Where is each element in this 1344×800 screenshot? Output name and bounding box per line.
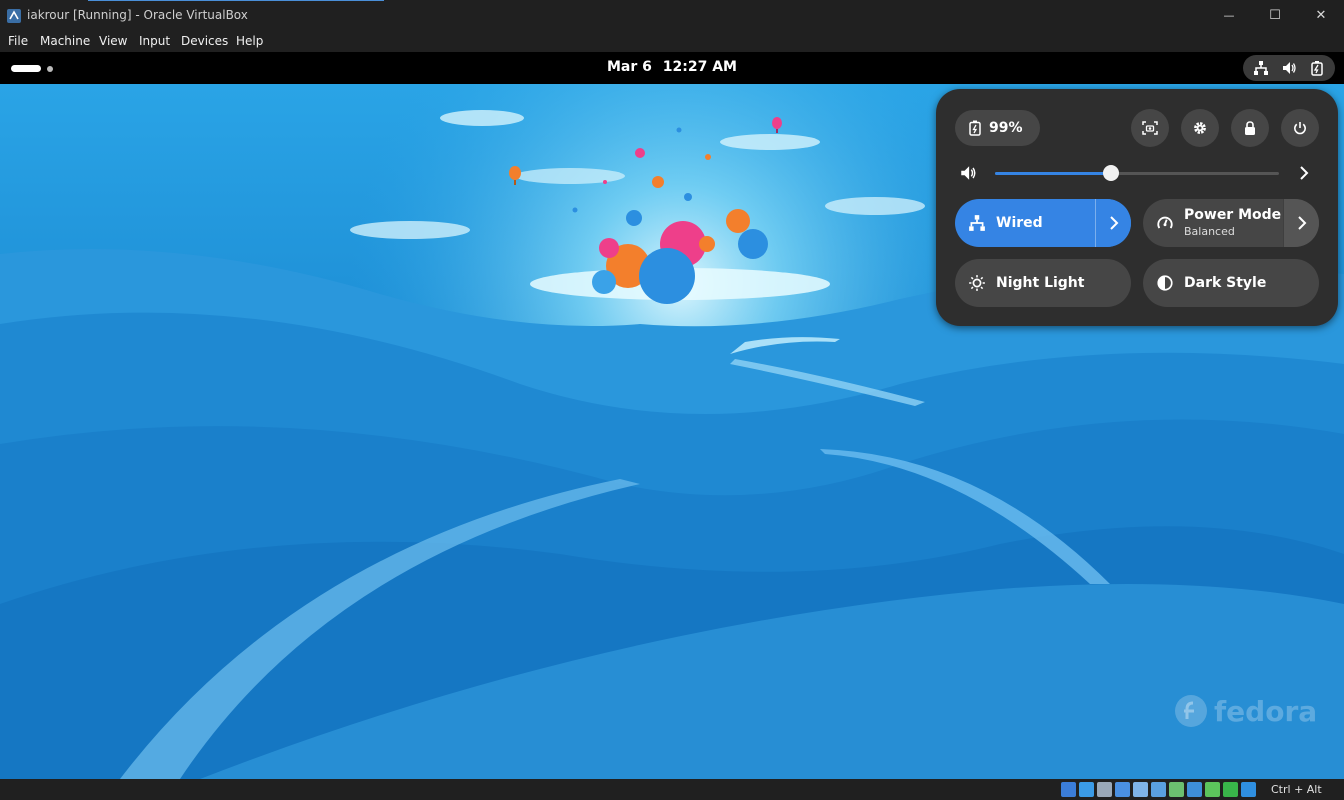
fedora-watermark: fedora [1174,694,1317,728]
window-title: iakrour [Running] - Oracle VirtualBox [27,8,248,22]
clock-time: 12:27 AM [662,59,737,75]
quick-settings-menu: 99% Wired Power Mode Balanced Night Ligh… [936,89,1338,326]
power-profile-icon [1157,216,1173,229]
fedora-logo-icon [1175,695,1207,727]
chevron-right-icon [1297,216,1306,230]
system-status-area[interactable] [1243,55,1335,81]
power-icon [1294,122,1306,135]
dark-style-icon [1157,275,1173,291]
maximize-button[interactable]: ☐ [1252,0,1298,31]
dark-style-tile[interactable]: Dark Style [1143,259,1319,307]
menu-view[interactable]: View [99,34,127,48]
clock-date: Mar 6 [607,59,652,75]
shared-folder-icon[interactable] [1151,782,1166,797]
usb-icon[interactable] [1133,782,1148,797]
menu-input[interactable]: Input [139,34,170,48]
hard-disk-icon[interactable] [1061,782,1076,797]
lock-screen-button[interactable] [1231,109,1269,147]
audio-icon[interactable] [1097,782,1112,797]
display-icon[interactable] [1169,782,1184,797]
optical-drive-icon[interactable] [1079,782,1094,797]
volume-slider[interactable] [995,165,1279,181]
recording-icon[interactable] [1187,782,1202,797]
battery-button[interactable]: 99% [955,110,1040,146]
speaker-icon [1283,62,1296,74]
close-button[interactable]: ✕ [1298,0,1344,31]
dark-style-label: Dark Style [1184,275,1267,291]
guest-additions-icon[interactable] [1223,782,1238,797]
battery-icon [1311,61,1323,76]
keyboard-icon[interactable] [1241,782,1256,797]
screenshot-button[interactable] [1131,109,1169,147]
clock-button[interactable]: Mar 6 12:27 AM [0,59,1344,75]
power-mode-subtitle: Balanced [1184,224,1235,238]
title-accent-line [88,0,384,1]
battery-icon [969,120,981,136]
night-light-label: Night Light [996,275,1085,291]
virtualbox-icon [7,9,21,23]
mouse-integration-icon[interactable] [1205,782,1220,797]
lock-icon [1245,121,1255,135]
power-mode-label: Power Mode [1184,206,1282,223]
chevron-right-icon [1109,216,1118,230]
minimize-button[interactable]: — [1206,0,1252,31]
wired-tile-label: Wired [996,215,1043,231]
night-light-icon [969,275,985,291]
gnome-top-bar: Mar 6 12:27 AM [0,52,1344,84]
menu-file[interactable]: File [8,34,28,48]
night-light-tile[interactable]: Night Light [955,259,1131,307]
maximize-icon: ☐ [1269,8,1281,23]
power-button[interactable] [1281,109,1319,147]
settings-button[interactable] [1181,109,1219,147]
settings-gear-icon [1194,122,1206,134]
battery-percentage: 99% [989,120,1023,136]
close-icon: ✕ [1315,8,1327,23]
wired-toggle-tile[interactable]: Wired [955,199,1131,247]
menu-devices[interactable]: Devices [181,34,228,48]
power-mode-tile[interactable]: Power Mode Balanced [1143,199,1319,247]
wired-expand-button[interactable] [1095,199,1131,247]
host-menu-bar: File Machine View Input Devices Help [0,31,1344,52]
network-icon[interactable] [1115,782,1130,797]
network-wired-icon [1254,61,1268,75]
menu-help[interactable]: Help [236,34,263,48]
host-title-bar: iakrour [Running] - Oracle VirtualBox — … [0,0,1344,31]
power-mode-expand-button[interactable] [1283,199,1319,247]
volume-slider-fill [995,172,1112,175]
network-wired-icon [969,215,985,231]
fedora-wordmark: fedora [1214,694,1318,728]
device-indicators [1061,782,1256,797]
screenshot-icon [1142,121,1158,135]
host-key-label: Ctrl + Alt [1271,783,1322,796]
menu-machine[interactable]: Machine [40,34,90,48]
volume-icon[interactable] [959,164,977,182]
host-status-bar: Ctrl + Alt [0,779,1344,800]
audio-output-expand-icon[interactable] [1297,164,1311,182]
minimize-icon: — [1223,9,1235,22]
volume-slider-handle[interactable] [1103,165,1120,181]
